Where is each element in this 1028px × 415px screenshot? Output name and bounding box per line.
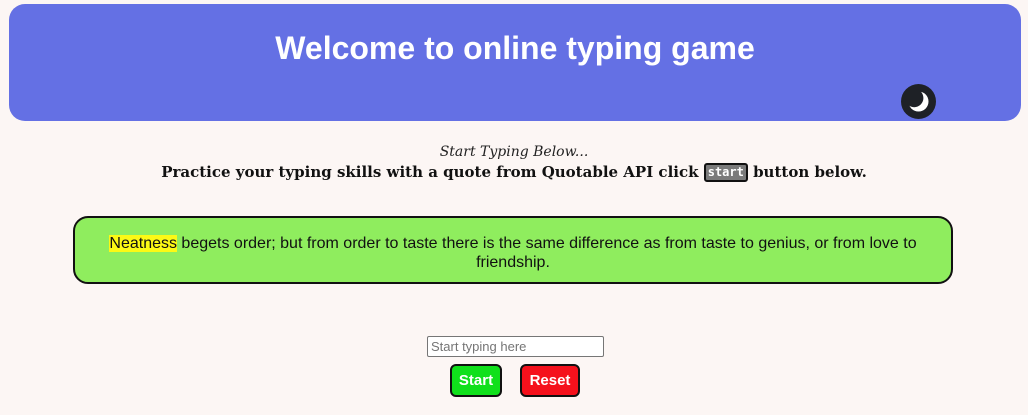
start-keyword: start [703, 163, 748, 182]
quote-box: Neatness begets order; but from order to… [73, 216, 953, 284]
typing-hint: Start Typing Below... [439, 144, 589, 160]
instructions-text: Practice your typing skills with a quote… [0, 163, 1028, 182]
page-header: Welcome to online typing game [9, 4, 1021, 121]
start-button[interactable]: Start [450, 364, 502, 397]
instruction-before: Practice your typing skills with a quote… [161, 163, 704, 181]
instruction-after: button below. [747, 163, 867, 181]
current-word-highlight: Neatness [109, 235, 177, 252]
page-title: Welcome to online typing game [275, 30, 755, 66]
reset-button[interactable]: Reset [520, 364, 580, 397]
quote-rest: begets order; but from order to taste th… [176, 235, 917, 271]
typing-input[interactable] [427, 336, 604, 357]
moon-icon [901, 84, 936, 119]
theme-toggle-button[interactable] [901, 84, 936, 119]
